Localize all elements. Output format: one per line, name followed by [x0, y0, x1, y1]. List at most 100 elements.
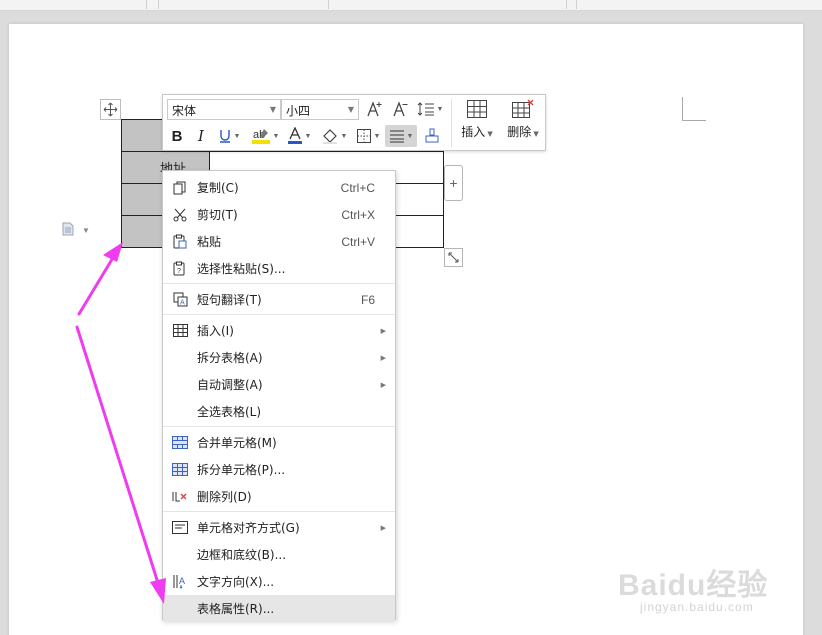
highlight-button[interactable]: ab ▼: [249, 125, 281, 147]
ruler-tick: [158, 0, 159, 9]
copy-icon: [173, 181, 186, 194]
insert-table-button[interactable]: 插入 ▼: [455, 99, 499, 147]
menu-item-paste-special[interactable]: ? 选择性粘贴(S)...: [163, 255, 395, 282]
menu-item-label: 插入(I): [197, 324, 234, 338]
menu-item-cut[interactable]: 剪切(T) Ctrl+X: [163, 201, 395, 228]
insert-label: 插入: [461, 125, 486, 139]
chevron-down-icon: ▼: [406, 132, 414, 140]
merge-cells-icon: [172, 436, 188, 449]
format-painter-button[interactable]: [421, 125, 443, 147]
menu-item-label: 拆分单元格(P)...: [197, 463, 286, 477]
translate-icon: A: [173, 292, 187, 307]
table-delete-icon: [512, 99, 534, 118]
chevron-down-icon: ▼: [531, 130, 539, 138]
plus-icon: +: [449, 175, 458, 191]
ruler-tick: [576, 0, 577, 9]
paste-special-icon: ?: [173, 261, 185, 276]
page-corner-mark: [682, 97, 706, 121]
menu-divider: [163, 314, 395, 315]
toolbar-divider: [451, 99, 452, 147]
chevron-down-icon: ▼: [233, 132, 241, 140]
shrink-font-button[interactable]: [391, 98, 411, 120]
menu-item-label: 自动调整(A): [197, 378, 263, 392]
menu-item-label: 全选表格(L): [197, 405, 262, 419]
italic-icon: I: [198, 127, 204, 145]
baidu-watermark: Baidu经验 jingyan.baidu.com: [618, 560, 798, 625]
menu-item-cell-alignment[interactable]: 单元格对齐方式(G) ▶: [163, 514, 395, 541]
chevron-down-icon: ▼: [340, 132, 348, 140]
table-insert-icon: [172, 324, 188, 337]
borders-button[interactable]: ▼: [353, 125, 383, 147]
chevron-down-icon: ▼: [304, 132, 312, 140]
align-button[interactable]: ▼: [385, 125, 417, 147]
menu-item-insert[interactable]: 插入(I) ▶: [163, 317, 395, 344]
menu-shortcut: Ctrl+C: [340, 180, 375, 195]
format-painter-icon: [425, 128, 439, 143]
svg-text:A: A: [180, 300, 185, 307]
svg-text:A: A: [179, 576, 185, 586]
add-column-button[interactable]: +: [444, 165, 463, 201]
menu-item-copy[interactable]: 复制(C) Ctrl+C: [163, 174, 395, 201]
menu-item-merge-cells[interactable]: 合并单元格(M): [163, 429, 395, 456]
menu-item-label: 表格属性(R)...: [197, 602, 275, 616]
menu-item-label: 文字方向(X)...: [197, 575, 275, 589]
menu-item-table-properties[interactable]: 表格属性(R)...: [163, 595, 395, 622]
menu-item-label: 拆分表格(A): [197, 351, 263, 365]
shading-button[interactable]: ▼: [319, 125, 349, 147]
ruler-tick: [146, 0, 147, 9]
menu-divider: [163, 426, 395, 427]
resize-icon: [448, 252, 459, 263]
line-spacing-button[interactable]: ▼: [415, 98, 445, 120]
chevron-right-icon: ▶: [380, 326, 386, 335]
menu-item-translate[interactable]: A 短句翻译(T) F6: [163, 286, 395, 313]
menu-item-label: 选择性粘贴(S)...: [197, 262, 286, 276]
underline-icon: [219, 130, 230, 143]
paste-icon: [173, 234, 187, 249]
menu-item-delete-column[interactable]: 删除列(D): [163, 483, 395, 510]
menu-item-paste[interactable]: 粘贴 Ctrl+V: [163, 228, 395, 255]
ruler-tick: [566, 0, 567, 9]
menu-item-split-table[interactable]: 拆分表格(A) ▶: [163, 344, 395, 371]
document-icon[interactable]: [62, 222, 74, 239]
bold-button[interactable]: B: [167, 125, 187, 147]
ruler-tick: [328, 0, 329, 9]
font-name-select[interactable]: 宋体 ▼: [167, 99, 281, 120]
menu-divider: [163, 283, 395, 284]
delete-table-button[interactable]: 删除 ▼: [501, 99, 545, 147]
menu-shortcut: Ctrl+X: [341, 207, 375, 222]
table-resize-handle[interactable]: [444, 248, 463, 267]
menu-item-split-cells[interactable]: 拆分单元格(P)...: [163, 456, 395, 483]
grow-font-button[interactable]: [365, 98, 385, 120]
line-spacing-icon: [417, 102, 434, 116]
font-color-button[interactable]: ▼: [285, 125, 313, 147]
font-size-select[interactable]: 小四 ▼: [281, 99, 359, 120]
menu-item-autofit[interactable]: 自动调整(A) ▶: [163, 371, 395, 398]
grow-font-icon: [367, 101, 382, 117]
font-color-icon: [287, 127, 302, 144]
underline-button[interactable]: ▼: [215, 125, 243, 147]
chevron-down-icon: ▼: [373, 132, 381, 140]
chevron-down-icon[interactable]: ▼: [82, 226, 90, 235]
align-center-icon: [389, 130, 404, 143]
highlight-icon: ab: [251, 129, 270, 144]
menu-shortcut: F6: [360, 292, 375, 307]
delete-column-icon: [172, 492, 187, 502]
watermark-brand: Baidu经验: [618, 569, 769, 602]
split-cells-icon: [172, 463, 188, 476]
font-name-value: 宋体: [172, 104, 197, 118]
watermark-url: jingyan.baidu.com: [640, 600, 754, 614]
chevron-right-icon: ▶: [380, 380, 386, 389]
shrink-font-icon: [393, 101, 408, 117]
context-menu: 复制(C) Ctrl+C 剪切(T) Ctrl+X 粘贴 Ctrl+V ? 选择…: [162, 170, 396, 622]
table-move-handle[interactable]: [100, 99, 121, 120]
ruler-strip: [0, 0, 822, 11]
menu-item-borders-shading[interactable]: 边框和底纹(B)...: [163, 541, 395, 568]
paint-bucket-icon: [322, 129, 337, 144]
chevron-down-icon: ▼: [272, 132, 280, 140]
menu-item-text-direction[interactable]: A 文字方向(X)...: [163, 568, 395, 595]
menu-divider: [163, 511, 395, 512]
italic-button[interactable]: I: [191, 125, 211, 147]
menu-item-label: 删除列(D): [197, 490, 252, 504]
menu-item-select-table[interactable]: 全选表格(L): [163, 398, 395, 425]
font-size-value: 小四: [286, 104, 311, 118]
